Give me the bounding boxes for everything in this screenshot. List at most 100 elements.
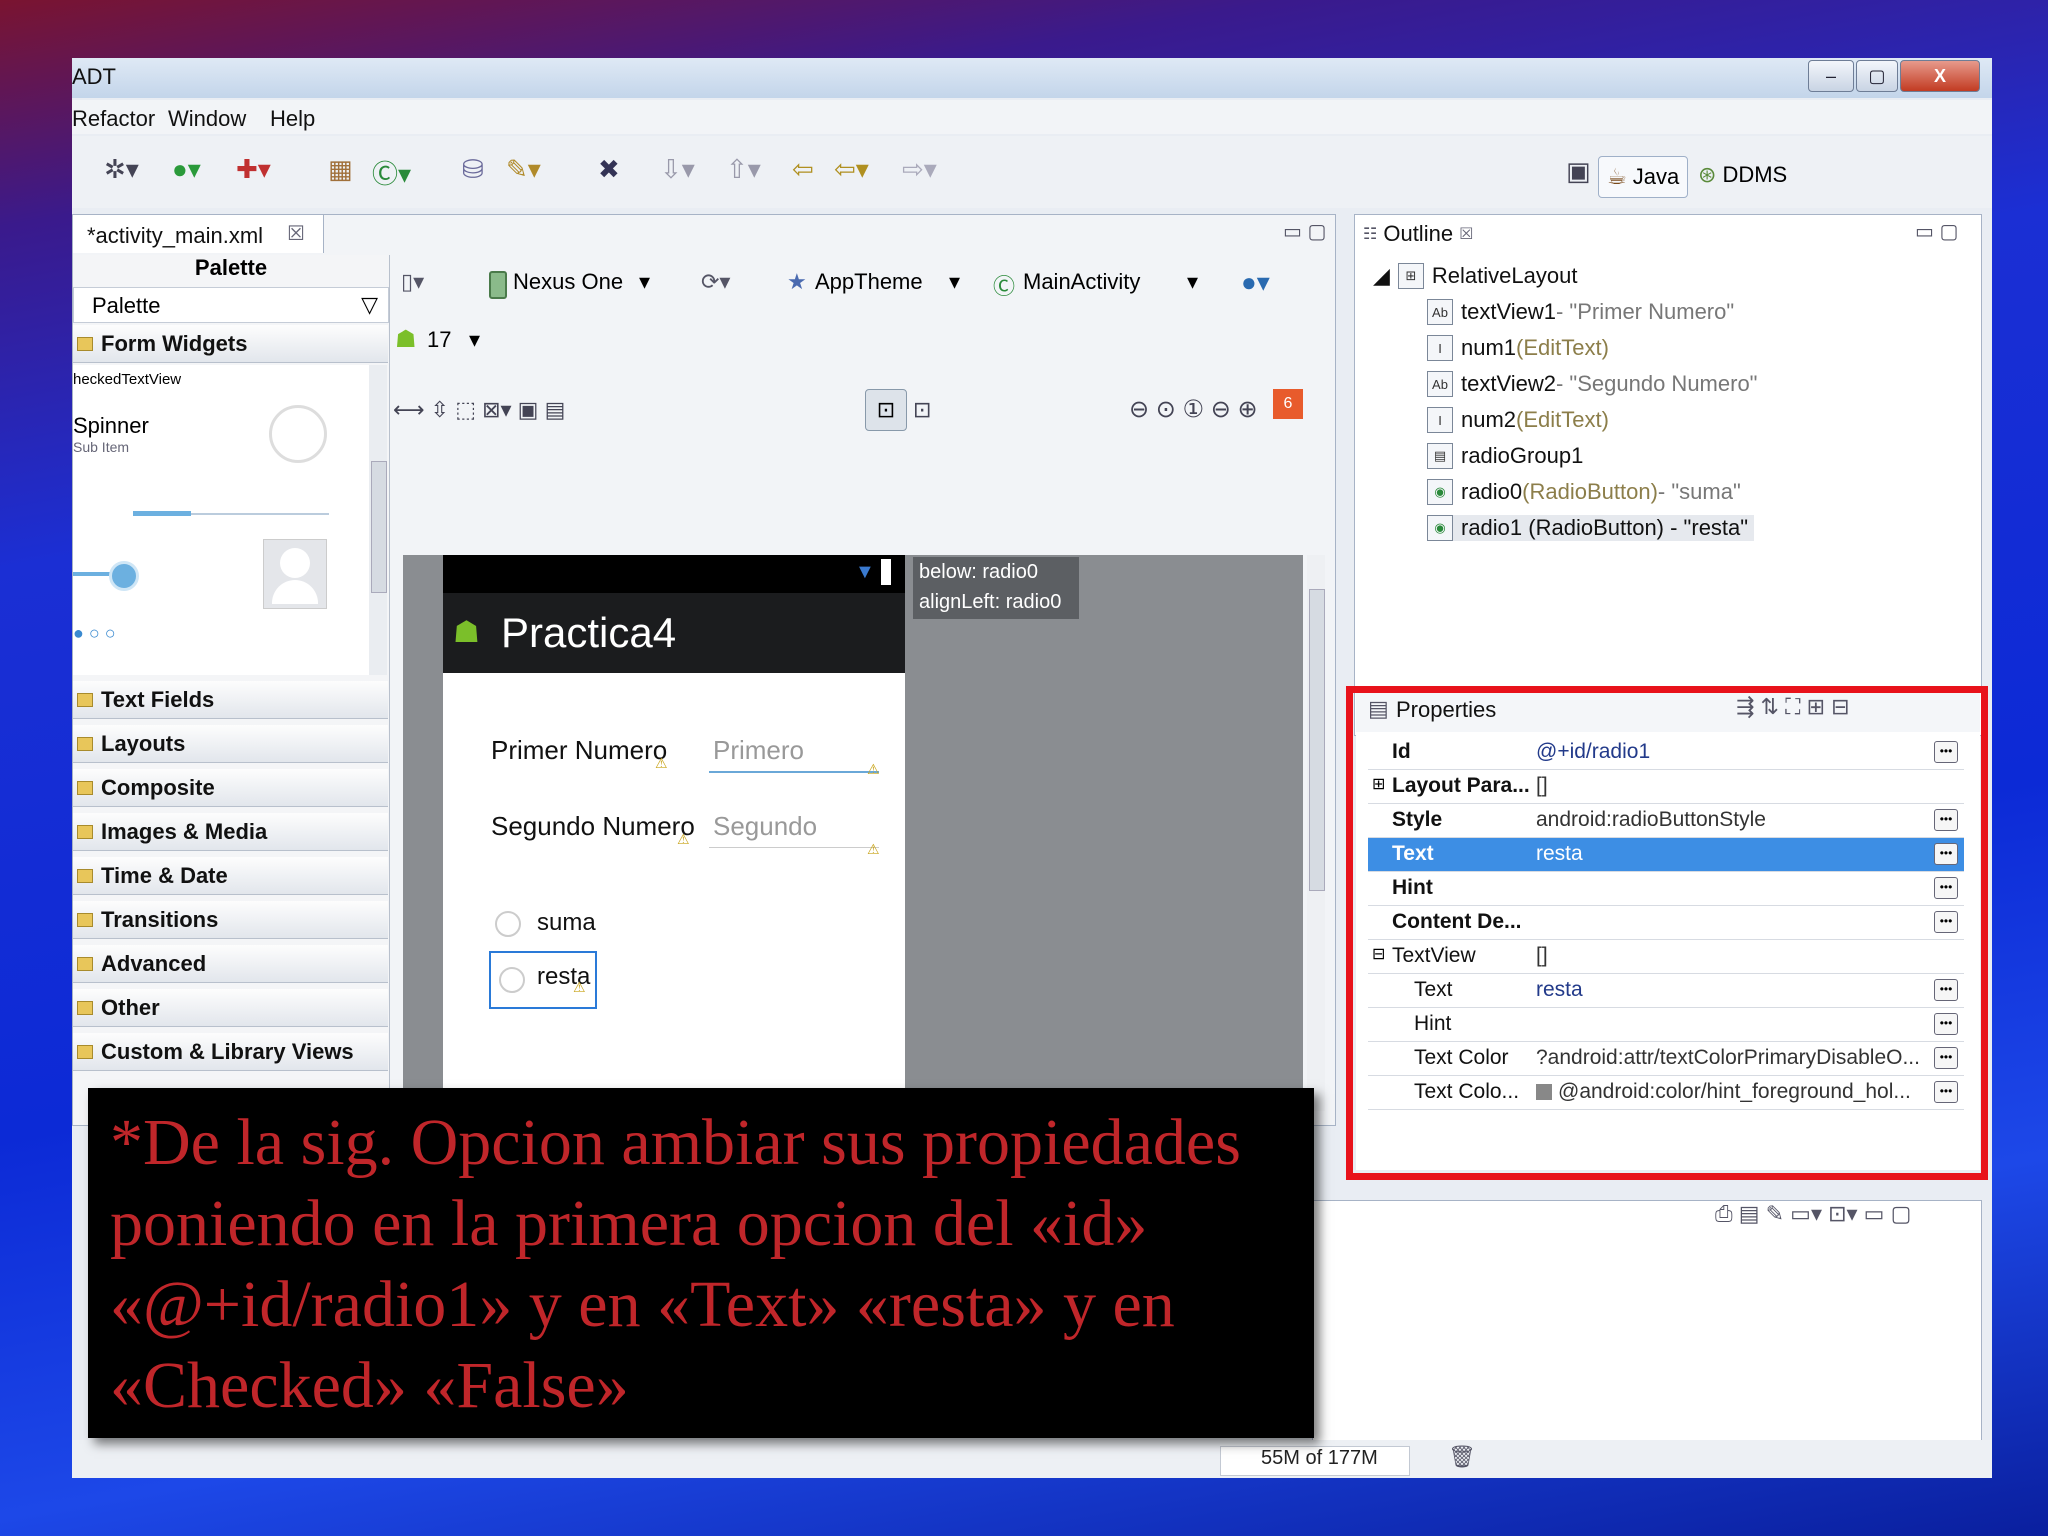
radio-suma-circle[interactable]: [495, 911, 521, 937]
phone-screen: ▼ ☗ Practica4 Primer Numero ⚠ Primero ⚠ …: [443, 555, 905, 1111]
open-perspective-icon[interactable]: ▣: [1566, 156, 1591, 187]
prev-annotation-icon[interactable]: ⇧▾: [726, 154, 761, 185]
design-canvas[interactable]: ▼ ☗ Practica4 Primer Numero ⚠ Primero ⚠ …: [403, 555, 1325, 1111]
search-icon[interactable]: ✎▾: [506, 154, 541, 185]
maximize-button[interactable]: ▢: [1856, 60, 1898, 92]
palette-header: Palette: [194, 255, 268, 280]
edittext-num2[interactable]: Segundo: [709, 807, 879, 848]
toggle-active-icon[interactable]: ⊡: [865, 389, 907, 431]
palette-category-composite[interactable]: Composite: [73, 769, 388, 807]
open-type-icon[interactable]: ⛁: [462, 154, 484, 185]
outline-item-root[interactable]: ◢ ⊞ RelativeLayout: [1373, 263, 1577, 289]
editor-tab-label: *activity_main.xml: [87, 223, 264, 248]
seekbar-thumb[interactable]: [109, 561, 139, 591]
outline-item[interactable]: Ab textView2 - "Segundo Numero": [1427, 371, 1758, 397]
outline-item[interactable]: ◉ radio0 (RadioButton) - "suma": [1427, 479, 1741, 505]
activity-selector[interactable]: MainActivity: [1023, 269, 1140, 295]
forward-icon[interactable]: ⇨▾: [902, 154, 937, 185]
quick-contact-badge-icon[interactable]: [263, 539, 327, 609]
chevron-down-icon: ▽: [361, 292, 378, 317]
battery-icon: [881, 559, 891, 585]
palette-scrollbar[interactable]: [369, 365, 387, 675]
external-tools-icon[interactable]: ✚▾: [236, 154, 271, 185]
collapse-icon[interactable]: ◢: [1373, 263, 1390, 289]
status-bar-bottom: 55M of 177M 🗑: [72, 1440, 1992, 1478]
zoom-controls-icon[interactable]: ⊖ ⊙ ① ⊖ ⊕: [1129, 395, 1258, 424]
device-selector[interactable]: Nexus One: [513, 269, 623, 295]
outline-item-name: num2: [1461, 407, 1517, 432]
palette-category-transitions[interactable]: Transitions: [73, 901, 388, 939]
theme-selector[interactable]: AppTheme: [815, 269, 923, 295]
palette-category-other[interactable]: Other: [73, 989, 388, 1027]
palette-category-custom-library-views[interactable]: Custom & Library Views: [73, 1033, 388, 1071]
next-annotation-icon[interactable]: ⇩▾: [660, 154, 695, 185]
menu-refactor[interactable]: Refactor: [72, 106, 155, 132]
palette-category-layouts[interactable]: Layouts: [73, 725, 388, 763]
minimize-view-icon[interactable]: ▭ ▢: [1915, 219, 1958, 244]
radio-group-icon[interactable]: ● ○ ○: [73, 623, 116, 644]
minimize-view-icon[interactable]: ▭ ▢: [1283, 219, 1326, 244]
status-bar: ▼: [443, 555, 905, 593]
heap-status[interactable]: 55M of 177M: [1220, 1446, 1410, 1476]
menu-help[interactable]: Help: [270, 106, 315, 132]
toggle-next-icon[interactable]: ⊡: [913, 397, 931, 423]
trash-icon[interactable]: 🗑: [1448, 1444, 1476, 1470]
activity-chevron-icon[interactable]: ▾: [1187, 269, 1198, 295]
layout-toggle-icons[interactable]: ⟷ ⇳ ⬚ ⊠▾ ▣ ▤: [393, 397, 565, 423]
pin-icon[interactable]: ✖: [598, 154, 620, 185]
outline-item[interactable]: I num2 (EditText): [1427, 407, 1609, 433]
editor-tab[interactable]: *activity_main.xml ☒: [73, 215, 324, 253]
progress-spinner-widget[interactable]: [269, 405, 327, 463]
close-tab-icon[interactable]: ☒: [287, 221, 305, 246]
ddms-perspective-button[interactable]: ⊛ DDMS: [1698, 162, 1787, 188]
edittext-num1[interactable]: Primero: [709, 731, 879, 773]
menu-window[interactable]: Window: [168, 106, 246, 132]
canvas-vertical-scrollbar[interactable]: [1307, 555, 1325, 1111]
palette-section-form-widgets[interactable]: Form Widgets: [73, 325, 388, 363]
radio-suma-label[interactable]: suma: [537, 909, 596, 937]
palette-category-text-fields[interactable]: Text Fields: [73, 681, 388, 719]
last-edit-icon[interactable]: ⇦: [792, 154, 814, 185]
palette-scrollbar-thumb[interactable]: [371, 461, 387, 593]
palette-category-label: Images & Media: [101, 818, 268, 844]
hint-primero: Primero: [713, 735, 805, 765]
orientation-icon[interactable]: ⟳▾: [701, 269, 730, 295]
palette-dropdown[interactable]: Palette ▽: [73, 287, 389, 323]
outline-item[interactable]: Ab textView1 - "Primer Numero": [1427, 299, 1734, 325]
device-chevron-icon[interactable]: ▾: [639, 269, 650, 295]
java-perspective-button[interactable]: ☕ Java: [1598, 156, 1689, 198]
api-chevron-icon[interactable]: ▾: [469, 327, 480, 353]
debug-icon[interactable]: ✲▾: [104, 154, 139, 185]
outline-tab[interactable]: ☷ Outline ☒: [1355, 215, 1513, 253]
outline-item-selected[interactable]: ◉ radio1 (RadioButton) - "resta": [1427, 515, 1755, 541]
back-icon[interactable]: ⇦▾: [834, 154, 869, 185]
theme-chevron-icon[interactable]: ▾: [949, 269, 960, 295]
selected-radio-outline[interactable]: resta ⚠: [489, 951, 597, 1009]
console-toolbar-icons[interactable]: ⎙ ▤ ✎ ▭▾ ⊡▾ ▭ ▢: [1715, 1201, 1911, 1227]
config-chooser-icon[interactable]: ▯▾: [401, 269, 424, 295]
error-badge[interactable]: 6: [1273, 389, 1303, 419]
locale-globe-icon[interactable]: ●▾: [1241, 267, 1270, 298]
spinner-label[interactable]: Spinner: [73, 413, 149, 439]
api-level-selector[interactable]: 17: [427, 327, 451, 353]
palette-category-advanced[interactable]: Advanced: [73, 945, 388, 983]
outline-item-name: num1: [1461, 335, 1517, 360]
palette-category-time-date[interactable]: Time & Date: [73, 857, 388, 895]
outline-panel: ☷ Outline ☒ ▭ ▢ ◢ ⊞ RelativeLayout Ab te…: [1354, 214, 1982, 736]
canvas-scrollbar-thumb[interactable]: [1309, 589, 1325, 891]
progress-bar-widget[interactable]: [133, 511, 191, 516]
close-tab-icon[interactable]: ☒: [1459, 224, 1473, 244]
radio-resta-circle[interactable]: [499, 967, 525, 993]
run-icon[interactable]: ●▾: [172, 154, 201, 185]
minimize-button[interactable]: –: [1808, 60, 1854, 92]
palette-category-images-media[interactable]: Images & Media: [73, 813, 388, 851]
outline-item-name: radio1 (RadioButton) - "resta": [1461, 515, 1749, 540]
outline-item-type: (EditText): [1516, 335, 1609, 360]
close-button[interactable]: X: [1900, 60, 1980, 92]
outline-item-type: (RadioButton): [1522, 479, 1658, 504]
outline-item[interactable]: I num1 (EditText): [1427, 335, 1609, 361]
new-class-icon[interactable]: Ⓒ▾: [372, 154, 411, 191]
folder-icon: [77, 336, 93, 351]
outline-item[interactable]: ▤ radioGroup1: [1427, 443, 1583, 469]
new-package-icon[interactable]: ▦: [328, 154, 353, 185]
